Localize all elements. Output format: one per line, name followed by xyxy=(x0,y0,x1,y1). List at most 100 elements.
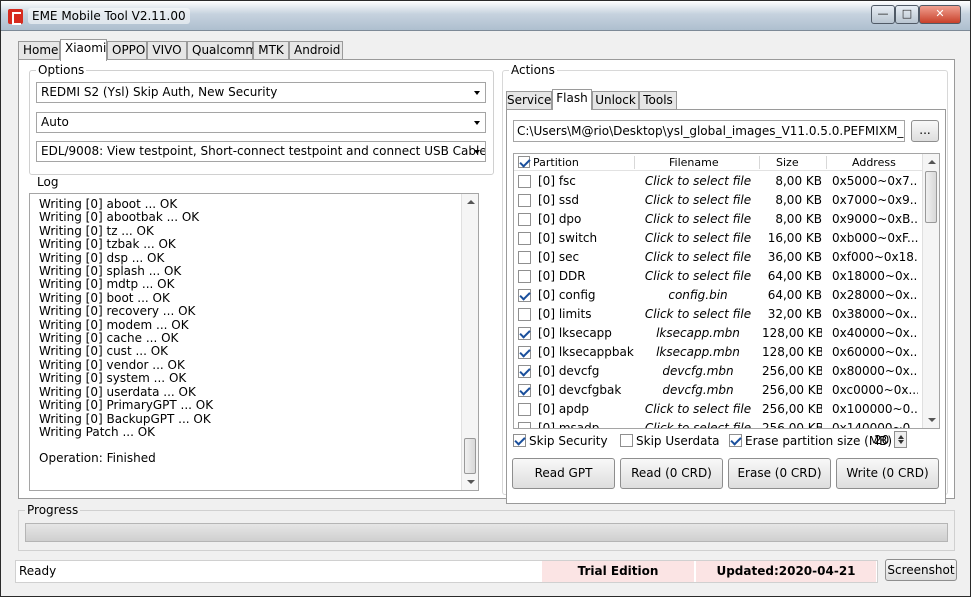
tab-service[interactable]: Service xyxy=(506,91,552,109)
row-checkbox[interactable] xyxy=(518,175,531,188)
read-button[interactable]: Read (0 CRD) xyxy=(620,458,723,489)
address-cell: 0xc0000~0x... xyxy=(832,383,918,397)
row-checkbox[interactable] xyxy=(518,194,531,207)
table-row[interactable]: [0] msadp Click to select file 256,00 KB 0x… xyxy=(514,419,924,429)
erase-size-checkbox[interactable] xyxy=(729,434,742,447)
filename-cell[interactable]: Click to select file xyxy=(639,269,757,283)
size-cell: 256,00 KB xyxy=(762,364,822,378)
table-row[interactable]: [0] devcfgbak devcfg.mbn 256,00 KB 0xc0000~… xyxy=(514,381,924,400)
filename-cell[interactable]: Click to select file xyxy=(639,402,757,416)
row-checkbox[interactable] xyxy=(518,422,531,428)
scroll-up-icon[interactable] xyxy=(467,200,475,204)
filename-cell[interactable]: devcfg.mbn xyxy=(639,364,757,378)
skip-security-label[interactable]: Skip Security xyxy=(529,434,608,448)
row-checkbox[interactable] xyxy=(518,346,531,359)
model-select[interactable]: REDMI S2 (Ysl) Skip Auth, New Security xyxy=(36,82,486,103)
tab-android[interactable]: Android xyxy=(289,41,343,60)
erase-button[interactable]: Erase (0 CRD) xyxy=(728,458,831,489)
address-cell: 0x140000~0... xyxy=(832,421,918,429)
table-row[interactable]: [0] DDR Click to select file 64,00 KB 0x180… xyxy=(514,267,924,286)
erase-size-label[interactable]: Erase partition size (MB) xyxy=(745,434,892,448)
scroll-down-icon[interactable] xyxy=(467,480,475,484)
table-row[interactable]: [0] sec Click to select file 36,00 KB 0xf00… xyxy=(514,248,924,267)
address-cell: 0x7000~0x9... xyxy=(832,193,918,207)
filename-cell[interactable]: Click to select file xyxy=(639,212,757,226)
col-size[interactable]: Size xyxy=(776,156,799,169)
tab-xiaomi[interactable]: Xiaomi xyxy=(60,39,107,61)
tab-tools[interactable]: Tools xyxy=(639,91,677,109)
erase-size-stepper[interactable] xyxy=(894,431,907,448)
scroll-thumb[interactable] xyxy=(464,438,476,474)
tab-flash[interactable]: Flash xyxy=(552,89,592,110)
filename-cell[interactable]: config.bin xyxy=(639,288,757,302)
tab-unlock[interactable]: Unlock xyxy=(592,91,639,109)
row-checkbox[interactable] xyxy=(518,213,531,226)
connection-select[interactable]: EDL/9008: View testpoint, Short-connect … xyxy=(36,141,486,162)
tab-home[interactable]: Home xyxy=(18,41,60,60)
table-row[interactable]: [0] ssd Click to select file 8,00 KB 0x7000… xyxy=(514,191,924,210)
write-button[interactable]: Write (0 CRD) xyxy=(836,458,939,489)
filename-cell[interactable]: Click to select file xyxy=(639,250,757,264)
tab-vivo[interactable]: VIVO xyxy=(147,41,187,60)
row-checkbox[interactable] xyxy=(518,384,531,397)
chevron-down-icon xyxy=(474,121,480,125)
filename-cell[interactable]: Click to select file xyxy=(639,193,757,207)
filename-cell[interactable]: devcfg.mbn xyxy=(639,383,757,397)
row-checkbox[interactable] xyxy=(518,403,531,416)
row-checkbox[interactable] xyxy=(518,327,531,340)
filename-cell[interactable]: Click to select file xyxy=(639,174,757,188)
firmware-path-input[interactable]: C:\Users\M@rio\Desktop\ysl_global_images… xyxy=(513,120,905,142)
row-checkbox[interactable] xyxy=(518,308,531,321)
filename-cell[interactable]: Click to select file xyxy=(639,307,757,321)
screenshot-button[interactable]: Screenshot xyxy=(885,559,957,581)
col-partition[interactable]: Partition xyxy=(533,156,579,169)
table-row[interactable]: [0] switch Click to select file 16,00 KB 0x… xyxy=(514,229,924,248)
scroll-thumb[interactable] xyxy=(925,171,937,223)
filename-cell[interactable]: Click to select file xyxy=(639,231,757,245)
row-checkbox[interactable] xyxy=(518,270,531,283)
row-checkbox[interactable] xyxy=(518,251,531,264)
table-scrollbar[interactable] xyxy=(922,154,939,428)
maximize-button[interactable]: □ xyxy=(895,5,919,24)
filename-cell[interactable]: lksecapp.mbn xyxy=(639,345,757,359)
log-line: Writing [0] userdata ... OK xyxy=(39,384,196,399)
skip-userdata-checkbox[interactable] xyxy=(620,434,633,447)
log-scrollbar[interactable] xyxy=(461,194,478,490)
skip-userdata-label[interactable]: Skip Userdata xyxy=(636,434,720,448)
minimize-button[interactable]: — xyxy=(871,5,895,24)
close-button[interactable]: ✕ xyxy=(919,5,961,24)
tab-qualcomm[interactable]: Qualcomm xyxy=(187,41,257,60)
filename-cell[interactable]: Click to select file xyxy=(639,421,757,428)
connection-select-value: EDL/9008: View testpoint, Short-connect … xyxy=(41,144,486,158)
col-filename[interactable]: Filename xyxy=(669,156,719,169)
mode-select[interactable]: Auto xyxy=(36,112,486,133)
flash-panel: C:\Users\M@rio\Desktop\ysl_global_images… xyxy=(506,109,946,504)
row-checkbox[interactable] xyxy=(518,232,531,245)
table-row[interactable]: [0] limits Click to select file 32,00 KB 0x… xyxy=(514,305,924,324)
table-row[interactable]: [0] apdp Click to select file 256,00 KB 0x1… xyxy=(514,400,924,419)
scroll-up-icon[interactable] xyxy=(928,160,936,164)
row-checkbox[interactable] xyxy=(518,289,531,302)
table-row[interactable]: [0] lksecapp lksecapp.mbn 128,00 KB 0x40000… xyxy=(514,324,924,343)
scroll-down-icon[interactable] xyxy=(928,418,936,422)
skip-security-checkbox[interactable] xyxy=(513,434,526,447)
select-all-checkbox[interactable] xyxy=(518,156,530,168)
address-cell: 0x28000~0x... xyxy=(832,288,918,302)
filename-cell[interactable]: lksecapp.mbn xyxy=(639,326,757,340)
table-row[interactable]: [0] lksecappbak lksecapp.mbn 128,00 KB 0x60… xyxy=(514,343,924,362)
log-textarea[interactable]: Writing [0] aboot ... OK Writing [0] abo… xyxy=(29,193,479,491)
erase-size-value[interactable]: 20 xyxy=(874,433,889,447)
table-row[interactable]: [0] fsc Click to select file 8,00 KB 0x5000… xyxy=(514,172,924,191)
table-row[interactable]: [0] dpo Click to select file 8,00 KB 0x9000… xyxy=(514,210,924,229)
col-address[interactable]: Address xyxy=(852,156,896,169)
tab-oppo[interactable]: OPPO xyxy=(107,41,147,60)
table-row[interactable]: [0] config config.bin 64,00 KB 0x28000~0x..… xyxy=(514,286,924,305)
row-checkbox[interactable] xyxy=(518,365,531,378)
title-bar[interactable]: EME Mobile Tool V2.11.00 — □ ✕ xyxy=(1,1,970,31)
browse-button[interactable]: ... xyxy=(911,120,939,142)
progress-bar xyxy=(25,523,948,542)
table-row[interactable]: [0] devcfg devcfg.mbn 256,00 KB 0x80000~0x.… xyxy=(514,362,924,381)
table-header: Partition Filename Size Address xyxy=(514,154,924,171)
read-gpt-button[interactable]: Read GPT xyxy=(512,458,615,489)
tab-mtk[interactable]: MTK xyxy=(253,41,289,60)
